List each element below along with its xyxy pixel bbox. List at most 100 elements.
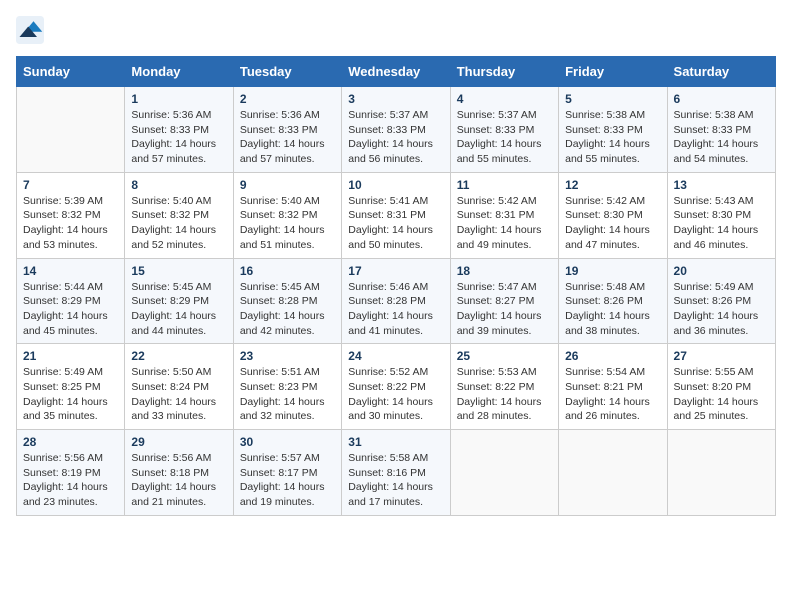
weekday-header-monday: Monday [125, 57, 233, 87]
day-number: 14 [23, 264, 118, 278]
day-number: 30 [240, 435, 335, 449]
calendar-cell: 10 Sunrise: 5:41 AMSunset: 8:31 PMDayligh… [342, 172, 450, 258]
day-detail: Sunrise: 5:57 AMSunset: 8:17 PMDaylight:… [240, 451, 335, 510]
day-number: 7 [23, 178, 118, 192]
calendar-cell: 17Sunrise: 5:46 AMSunset: 8:28 PMDayligh… [342, 258, 450, 344]
calendar-cell: 12 Sunrise: 5:42 AMSunset: 8:30 PMDayligh… [559, 172, 667, 258]
page-header [16, 16, 776, 44]
day-detail: Sunrise: 5:38 AMSunset: 8:33 PMDaylight:… [674, 108, 769, 167]
day-number: 17 [348, 264, 443, 278]
calendar-cell: 6 Sunrise: 5:38 AMSunset: 8:33 PMDaylight… [667, 87, 775, 173]
day-detail: Sunrise: 5:49 AMSunset: 8:25 PMDaylight:… [23, 365, 118, 424]
day-number: 12 [565, 178, 660, 192]
logo-icon [16, 16, 44, 44]
day-number: 2 [240, 92, 335, 106]
day-number: 6 [674, 92, 769, 106]
calendar-cell: 4Sunrise: 5:37 AMSunset: 8:33 PMDaylight… [450, 87, 558, 173]
calendar-cell: 2 Sunrise: 5:36 AMSunset: 8:33 PMDaylight… [233, 87, 341, 173]
calendar-table: SundayMondayTuesdayWednesdayThursdayFrid… [16, 56, 776, 516]
calendar-cell: 29Sunrise: 5:56 AMSunset: 8:18 PMDayligh… [125, 430, 233, 516]
day-detail: Sunrise: 5:51 AMSunset: 8:23 PMDaylight:… [240, 365, 335, 424]
calendar-cell: 27 Sunrise: 5:55 AMSunset: 8:20 PMDayligh… [667, 344, 775, 430]
day-number: 18 [457, 264, 552, 278]
calendar-week-row: 14 Sunrise: 5:44 AMSunset: 8:29 PMDayligh… [17, 258, 776, 344]
weekday-header-row: SundayMondayTuesdayWednesdayThursdayFrid… [17, 57, 776, 87]
calendar-cell: 21Sunrise: 5:49 AMSunset: 8:25 PMDayligh… [17, 344, 125, 430]
day-detail: Sunrise: 5:36 AMSunset: 8:33 PMDaylight:… [131, 108, 226, 167]
day-number: 31 [348, 435, 443, 449]
day-number: 3 [348, 92, 443, 106]
calendar-cell: 19Sunrise: 5:48 AMSunset: 8:26 PMDayligh… [559, 258, 667, 344]
calendar-cell: 30 Sunrise: 5:57 AMSunset: 8:17 PMDayligh… [233, 430, 341, 516]
calendar-cell [17, 87, 125, 173]
day-number: 11 [457, 178, 552, 192]
calendar-week-row: 21Sunrise: 5:49 AMSunset: 8:25 PMDayligh… [17, 344, 776, 430]
calendar-cell: 9 Sunrise: 5:40 AMSunset: 8:32 PMDaylight… [233, 172, 341, 258]
calendar-cell: 31 Sunrise: 5:58 AMSunset: 8:16 PMDayligh… [342, 430, 450, 516]
logo [16, 16, 48, 44]
day-detail: Sunrise: 5:42 AMSunset: 8:31 PMDaylight:… [457, 194, 552, 253]
day-number: 5 [565, 92, 660, 106]
day-detail: Sunrise: 5:45 AMSunset: 8:29 PMDaylight:… [131, 280, 226, 339]
day-number: 9 [240, 178, 335, 192]
calendar-week-row: 7 Sunrise: 5:39 AMSunset: 8:32 PMDaylight… [17, 172, 776, 258]
calendar-cell [450, 430, 558, 516]
day-detail: Sunrise: 5:39 AMSunset: 8:32 PMDaylight:… [23, 194, 118, 253]
calendar-cell: 8 Sunrise: 5:40 AMSunset: 8:32 PMDaylight… [125, 172, 233, 258]
calendar-cell: 1 Sunrise: 5:36 AMSunset: 8:33 PMDaylight… [125, 87, 233, 173]
day-number: 13 [674, 178, 769, 192]
calendar-week-row: 1 Sunrise: 5:36 AMSunset: 8:33 PMDaylight… [17, 87, 776, 173]
calendar-cell: 11 Sunrise: 5:42 AMSunset: 8:31 PMDayligh… [450, 172, 558, 258]
calendar-cell: 24 Sunrise: 5:52 AMSunset: 8:22 PMDayligh… [342, 344, 450, 430]
calendar-cell: 26 Sunrise: 5:54 AMSunset: 8:21 PMDayligh… [559, 344, 667, 430]
calendar-cell: 18 Sunrise: 5:47 AMSunset: 8:27 PMDayligh… [450, 258, 558, 344]
day-number: 19 [565, 264, 660, 278]
calendar-cell: 3Sunrise: 5:37 AMSunset: 8:33 PMDaylight… [342, 87, 450, 173]
calendar-cell: 28 Sunrise: 5:56 AMSunset: 8:19 PMDayligh… [17, 430, 125, 516]
day-number: 8 [131, 178, 226, 192]
day-detail: Sunrise: 5:45 AMSunset: 8:28 PMDaylight:… [240, 280, 335, 339]
day-number: 25 [457, 349, 552, 363]
calendar-cell [559, 430, 667, 516]
calendar-cell: 23 Sunrise: 5:51 AMSunset: 8:23 PMDayligh… [233, 344, 341, 430]
day-detail: Sunrise: 5:49 AMSunset: 8:26 PMDaylight:… [674, 280, 769, 339]
day-number: 10 [348, 178, 443, 192]
day-detail: Sunrise: 5:44 AMSunset: 8:29 PMDaylight:… [23, 280, 118, 339]
day-number: 24 [348, 349, 443, 363]
day-number: 4 [457, 92, 552, 106]
day-detail: Sunrise: 5:55 AMSunset: 8:20 PMDaylight:… [674, 365, 769, 424]
calendar-cell: 15 Sunrise: 5:45 AMSunset: 8:29 PMDayligh… [125, 258, 233, 344]
day-detail: Sunrise: 5:53 AMSunset: 8:22 PMDaylight:… [457, 365, 552, 424]
calendar-cell: 16 Sunrise: 5:45 AMSunset: 8:28 PMDayligh… [233, 258, 341, 344]
day-number: 1 [131, 92, 226, 106]
weekday-header-thursday: Thursday [450, 57, 558, 87]
day-detail: Sunrise: 5:40 AMSunset: 8:32 PMDaylight:… [240, 194, 335, 253]
day-detail: Sunrise: 5:47 AMSunset: 8:27 PMDaylight:… [457, 280, 552, 339]
day-detail: Sunrise: 5:41 AMSunset: 8:31 PMDaylight:… [348, 194, 443, 253]
calendar-cell: 5 Sunrise: 5:38 AMSunset: 8:33 PMDaylight… [559, 87, 667, 173]
day-detail: Sunrise: 5:50 AMSunset: 8:24 PMDaylight:… [131, 365, 226, 424]
day-detail: Sunrise: 5:58 AMSunset: 8:16 PMDaylight:… [348, 451, 443, 510]
day-detail: Sunrise: 5:54 AMSunset: 8:21 PMDaylight:… [565, 365, 660, 424]
day-detail: Sunrise: 5:43 AMSunset: 8:30 PMDaylight:… [674, 194, 769, 253]
weekday-header-friday: Friday [559, 57, 667, 87]
day-number: 29 [131, 435, 226, 449]
calendar-cell: 7 Sunrise: 5:39 AMSunset: 8:32 PMDaylight… [17, 172, 125, 258]
day-number: 15 [131, 264, 226, 278]
day-detail: Sunrise: 5:36 AMSunset: 8:33 PMDaylight:… [240, 108, 335, 167]
day-number: 23 [240, 349, 335, 363]
calendar-cell: 22Sunrise: 5:50 AMSunset: 8:24 PMDayligh… [125, 344, 233, 430]
day-number: 28 [23, 435, 118, 449]
day-detail: Sunrise: 5:40 AMSunset: 8:32 PMDaylight:… [131, 194, 226, 253]
day-detail: Sunrise: 5:52 AMSunset: 8:22 PMDaylight:… [348, 365, 443, 424]
calendar-cell: 20Sunrise: 5:49 AMSunset: 8:26 PMDayligh… [667, 258, 775, 344]
weekday-header-sunday: Sunday [17, 57, 125, 87]
day-detail: Sunrise: 5:56 AMSunset: 8:19 PMDaylight:… [23, 451, 118, 510]
day-detail: Sunrise: 5:42 AMSunset: 8:30 PMDaylight:… [565, 194, 660, 253]
day-number: 26 [565, 349, 660, 363]
day-number: 27 [674, 349, 769, 363]
day-detail: Sunrise: 5:38 AMSunset: 8:33 PMDaylight:… [565, 108, 660, 167]
day-number: 16 [240, 264, 335, 278]
calendar-cell: 14 Sunrise: 5:44 AMSunset: 8:29 PMDayligh… [17, 258, 125, 344]
calendar-week-row: 28 Sunrise: 5:56 AMSunset: 8:19 PMDayligh… [17, 430, 776, 516]
